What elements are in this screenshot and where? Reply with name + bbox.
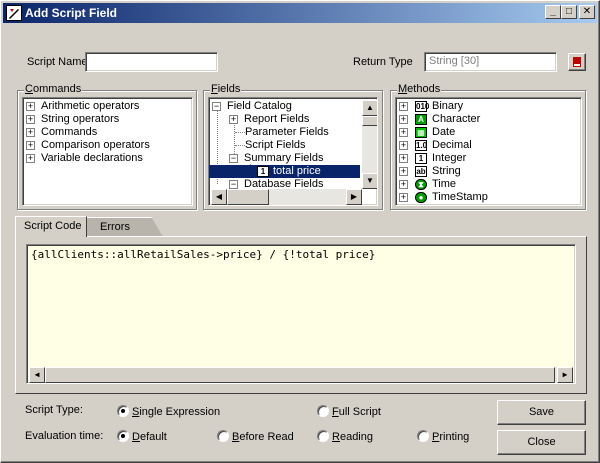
binary-icon: 010 [415, 101, 430, 112]
single-expression-radio[interactable] [117, 405, 129, 417]
return-type-field: String [30] [424, 52, 557, 72]
return-type-picker-button[interactable] [568, 53, 586, 71]
fields-hscroll-thumb[interactable] [227, 189, 269, 205]
minimize-button[interactable]: _ [545, 5, 561, 19]
reading-label[interactable]: Reading [332, 431, 373, 443]
default-radio[interactable] [117, 430, 129, 442]
title-bar[interactable]: Add Script Field _ □ ✕ [3, 3, 597, 23]
script-code-panel: {allClients::allRetailSales->price} / {!… [15, 236, 587, 394]
fields-scroll-up-button[interactable]: ▲ [362, 100, 377, 116]
code-scroll-left-button[interactable]: ◀ [29, 367, 45, 383]
tab-script-code[interactable]: Script Code [15, 216, 87, 237]
time-icon: ⧗ [415, 179, 427, 190]
add-script-field-dialog: Add Script Field _ □ ✕ Script Name Retur… [0, 0, 600, 463]
summary-field-badge: 1 [257, 166, 269, 177]
maximize-button[interactable]: □ [561, 5, 577, 19]
tree-item-parameter-fields[interactable]: Parameter Fields [245, 126, 329, 139]
fields-tree[interactable]: − Field Catalog + Report Fields Parameter … [208, 97, 378, 206]
full-script-label[interactable]: Full Script [332, 406, 381, 418]
full-script-radio[interactable] [317, 405, 329, 417]
date-icon: ▦ [415, 127, 427, 138]
book-icon [573, 57, 581, 67]
single-expression-label[interactable]: Single Expression [132, 406, 220, 418]
printing-radio[interactable] [417, 430, 429, 442]
default-label[interactable]: Default [132, 431, 167, 443]
fields-scroll-down-button[interactable]: ▼ [362, 173, 377, 189]
fields-scroll-right-button[interactable]: ▶ [346, 189, 362, 205]
code-hscroll-thumb[interactable] [45, 367, 555, 383]
fields-label: Fields [210, 83, 242, 95]
app-icon [6, 5, 22, 21]
before-read-radio[interactable] [217, 430, 229, 442]
character-icon: A [415, 114, 427, 125]
fields-scroll-left-button[interactable]: ◀ [211, 189, 227, 205]
commands-tree[interactable]: + Arithmetic operators + String operators … [22, 97, 193, 206]
save-button[interactable]: Save [497, 400, 586, 425]
script-name-label: Script Name [27, 56, 88, 68]
code-scroll-right-button[interactable]: ▶ [557, 367, 573, 383]
evaluation-time-label: Evaluation time: [25, 430, 104, 442]
tree-item-script-fields[interactable]: Script Fields [245, 139, 306, 152]
script-name-input[interactable] [85, 52, 218, 72]
printing-label[interactable]: Printing [432, 431, 469, 443]
fields-vscroll-thumb[interactable] [362, 116, 377, 126]
commands-label: Commands [24, 83, 83, 95]
timestamp-icon: ● [415, 192, 427, 203]
methods-tree[interactable]: +010 Binary + A Character + ▦ Date +1.0 Decima… [395, 97, 582, 206]
script-code-text[interactable]: {allClients::allRetailSales->price} / {!… [31, 248, 375, 261]
reading-radio[interactable] [317, 430, 329, 442]
return-type-label: Return Type [353, 56, 413, 68]
methods-label: Methods [397, 83, 442, 95]
before-read-label[interactable]: Before Read [232, 431, 294, 443]
window-title: Add Script Field [25, 6, 118, 20]
tab-errors[interactable]: Errors [85, 217, 163, 237]
decimal-icon: 1.0 [415, 140, 428, 151]
close-window-button[interactable]: ✕ [579, 5, 595, 19]
integer-icon: 1 [415, 153, 427, 164]
script-code-editor[interactable]: {allClients::allRetailSales->price} / {!… [26, 244, 576, 384]
tree-item-total-price[interactable]: 1 total price [209, 165, 360, 178]
string-icon: ab [415, 166, 427, 177]
script-type-label: Script Type: [25, 404, 83, 416]
close-button[interactable]: Close [497, 430, 586, 455]
